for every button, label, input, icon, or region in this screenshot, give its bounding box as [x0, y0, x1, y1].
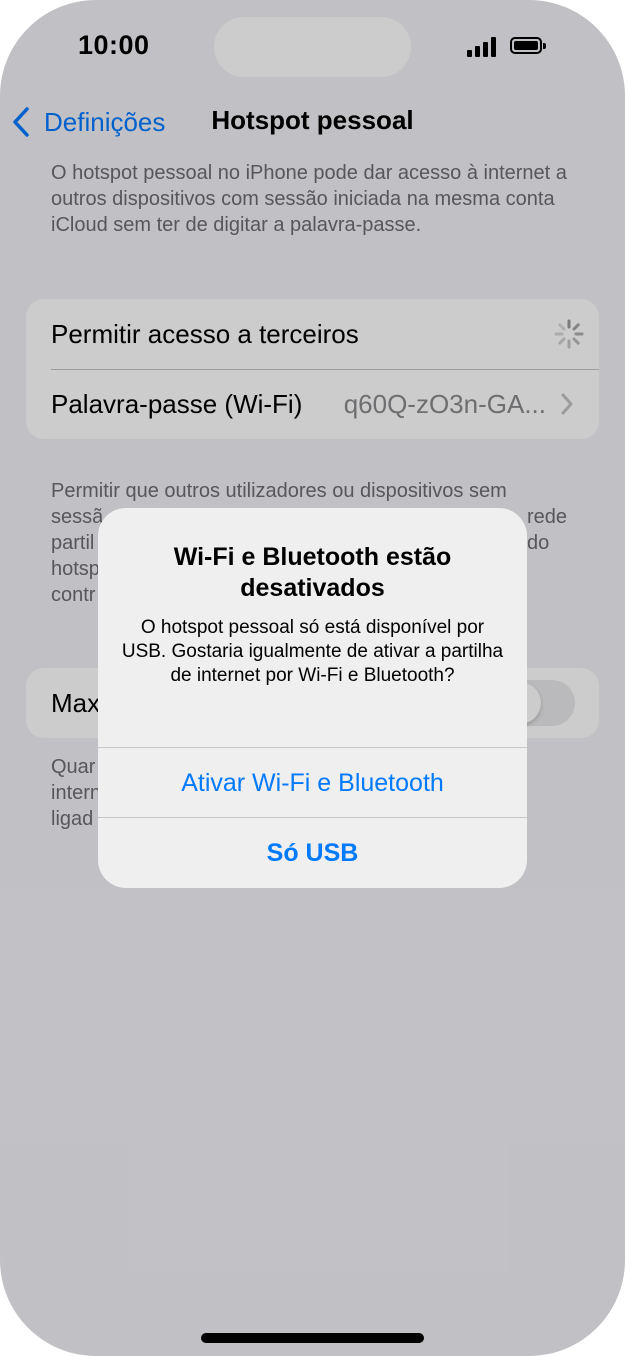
alert-message: O hotspot pessoal só está disponível por… [121, 617, 504, 686]
phone-screen: 10:00 Definições Hotspot pessoal O hotsp… [0, 0, 625, 1356]
alert-title: Wi-Fi e Bluetooth estão desativados [173, 543, 452, 602]
alert-dialog: Wi-Fi e Bluetooth estão desativados O ho… [98, 508, 527, 888]
home-indicator[interactable] [201, 1333, 424, 1343]
usb-only-button[interactable]: Só USB [98, 817, 527, 888]
enable-wifi-bluetooth-button[interactable]: Ativar Wi-Fi e Bluetooth [98, 747, 527, 818]
